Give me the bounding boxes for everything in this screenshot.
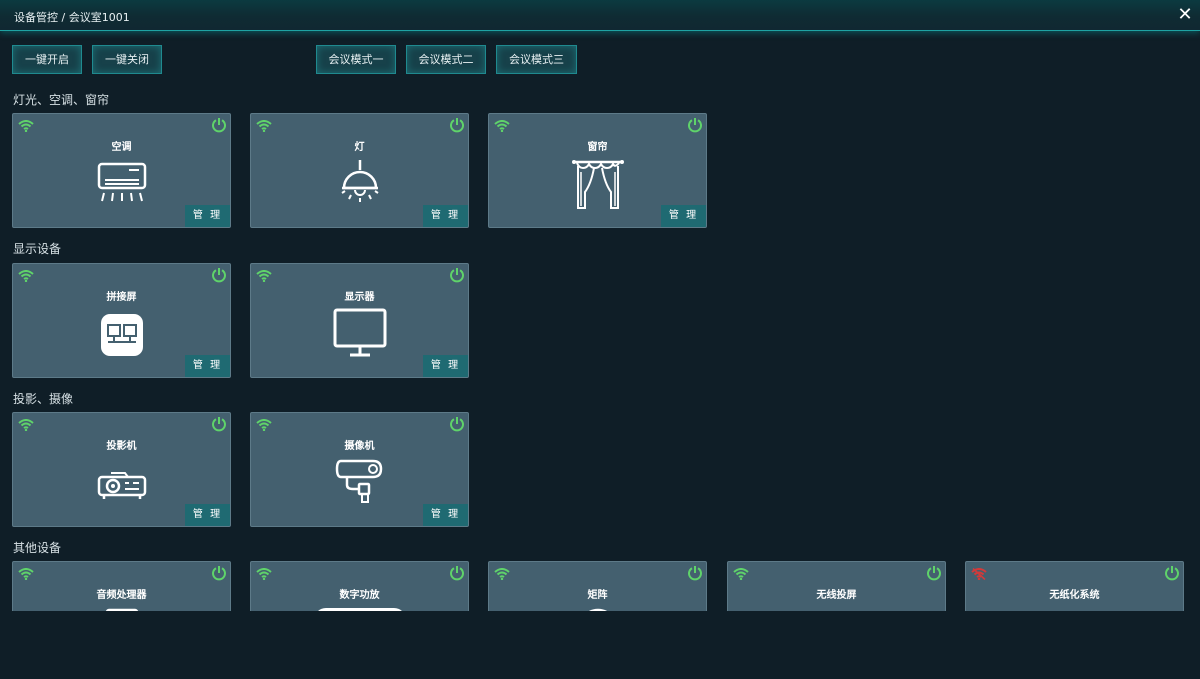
device-card-camera[interactable]: 摄像机 管 理 [250, 412, 469, 527]
device-card-matrix[interactable]: 矩阵 [488, 561, 707, 611]
all-on-button[interactable]: 一键开启 [12, 45, 82, 74]
power-icon[interactable] [449, 416, 465, 432]
power-icon[interactable] [211, 267, 227, 283]
power-icon[interactable] [687, 565, 703, 581]
device-name: 投影机 [106, 441, 137, 452]
wifi-icon [18, 270, 34, 282]
power-icon[interactable] [211, 117, 227, 133]
close-icon[interactable]: ✕ [1176, 6, 1194, 24]
section-title-lighting: 灯光、空调、窗帘 [13, 93, 110, 107]
meeting-mode-1-button[interactable]: 会议模式一 [316, 45, 396, 74]
device-name: 窗帘 [587, 142, 608, 153]
curtain-icon [571, 160, 624, 209]
air-conditioner-icon [97, 162, 146, 202]
wifi-icon [494, 120, 510, 132]
device-name: 拼接屏 [106, 292, 137, 303]
wifi-icon [256, 419, 272, 431]
section-title-display: 显示设备 [13, 242, 62, 256]
device-card-light[interactable]: 灯 管 理 [250, 113, 469, 228]
manage-button[interactable]: 管 理 [423, 504, 468, 526]
manage-button[interactable]: 管 理 [423, 355, 468, 377]
power-icon[interactable] [449, 117, 465, 133]
section-title-projection: 投影、摄像 [13, 392, 74, 406]
manage-button[interactable]: 管 理 [185, 355, 230, 377]
device-name: 空调 [111, 142, 132, 153]
device-card-wireless-cast[interactable]: 无线投屏 [727, 561, 946, 611]
manage-button[interactable]: 管 理 [185, 205, 230, 227]
manage-button[interactable]: 管 理 [661, 205, 706, 227]
device-card-videowall[interactable]: 拼接屏 管 理 [12, 263, 231, 378]
device-name: 灯 [354, 142, 365, 153]
device-name: 摄像机 [344, 441, 375, 452]
audio-processor-icon [105, 608, 138, 611]
device-card-ac[interactable]: 空调 管 理 [12, 113, 231, 228]
meeting-mode-2-button[interactable]: 会议模式二 [406, 45, 486, 74]
wifi-icon [733, 568, 749, 580]
other-devices-row: 音频处理器 数字功放 矩阵 无线投屏 无纸化系统 [0, 561, 1200, 611]
power-icon[interactable] [211, 416, 227, 432]
device-name: 无纸化系统 [1049, 590, 1100, 601]
title-bar: 设备管控 / 会议室1001 ✕ [0, 0, 1200, 31]
device-name: 显示器 [344, 292, 375, 303]
wifi-icon [256, 270, 272, 282]
power-icon[interactable] [926, 565, 942, 581]
amplifier-icon [317, 608, 402, 611]
device-card-projector[interactable]: 投影机 管 理 [12, 412, 231, 527]
device-name: 音频处理器 [96, 590, 147, 601]
device-card-curtain[interactable]: 窗帘 管 理 [488, 113, 707, 228]
wifi-icon [18, 568, 34, 580]
device-card-audio-processor[interactable]: 音频处理器 [12, 561, 231, 611]
device-card-paperless[interactable]: 无纸化系统 [965, 561, 1184, 611]
video-wall-icon [100, 314, 143, 356]
matrix-icon [588, 608, 607, 611]
power-icon[interactable] [449, 565, 465, 581]
camera-icon [335, 459, 382, 503]
meeting-mode-3-button[interactable]: 会议模式三 [496, 45, 577, 74]
wifi-icon [494, 568, 510, 580]
wifi-icon [18, 419, 34, 431]
wifi-icon [18, 120, 34, 132]
device-card-amplifier[interactable]: 数字功放 [250, 561, 469, 611]
power-icon[interactable] [687, 117, 703, 133]
device-card-monitor[interactable]: 显示器 管 理 [250, 263, 469, 378]
power-icon[interactable] [211, 565, 227, 581]
projector-icon [97, 472, 146, 499]
manage-button[interactable]: 管 理 [423, 205, 468, 227]
device-name: 无线投屏 [816, 590, 857, 601]
power-icon[interactable] [449, 267, 465, 283]
device-name: 数字功放 [339, 590, 380, 601]
breadcrumb: 设备管控 / 会议室1001 [14, 11, 130, 24]
wifi-icon [256, 568, 272, 580]
section-title-other: 其他设备 [13, 541, 62, 555]
wifi-off-icon [971, 568, 987, 580]
wifi-icon [256, 120, 272, 132]
manage-button[interactable]: 管 理 [185, 504, 230, 526]
lamp-icon [340, 160, 379, 202]
all-off-button[interactable]: 一键关闭 [92, 45, 162, 74]
monitor-icon [333, 308, 386, 357]
device-name: 矩阵 [587, 590, 608, 601]
power-icon[interactable] [1164, 565, 1180, 581]
